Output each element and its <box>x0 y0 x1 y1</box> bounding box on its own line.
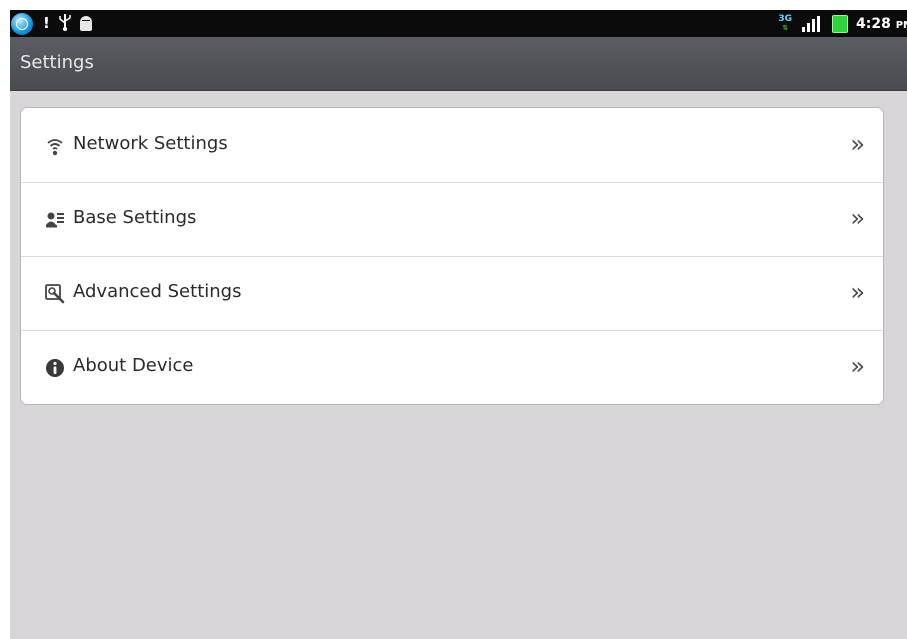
chevron-right-icon: » <box>850 204 865 232</box>
clock: 4:28 PM <box>856 15 907 32</box>
network-3g-icon: 3G ⇅ <box>778 13 793 32</box>
chevron-right-icon: » <box>850 352 865 380</box>
page-title: Settings <box>20 52 94 73</box>
settings-item-network[interactable]: Network Settings » <box>21 108 883 183</box>
advanced-settings-icon <box>45 284 65 304</box>
settings-item-about[interactable]: About Device » <box>21 330 883 404</box>
android-debug-icon[interactable] <box>79 16 92 31</box>
settings-item-advanced[interactable]: Advanced Settings » <box>21 256 883 331</box>
globe-icon[interactable] <box>11 12 33 35</box>
chevron-right-icon: » <box>850 130 865 158</box>
battery-icon <box>832 14 849 33</box>
content-area: Network Settings » Base Settings » Advan… <box>10 91 907 639</box>
settings-item-label: Base Settings <box>73 207 197 228</box>
info-icon <box>45 358 65 378</box>
settings-item-label: About Device <box>73 355 194 376</box>
screen: ! 3G ⇅ 4:28 P Settings Network Settings … <box>0 0 907 639</box>
usb-icon[interactable] <box>58 13 72 35</box>
signal-strength-icon <box>802 15 821 32</box>
title-bar: Settings <box>10 37 907 91</box>
base-settings-icon <box>45 210 65 230</box>
settings-list: Network Settings » Base Settings » Advan… <box>20 107 884 405</box>
wifi-icon <box>45 136 65 156</box>
settings-item-label: Network Settings <box>73 133 228 154</box>
status-bar: ! 3G ⇅ 4:28 P <box>10 10 907 37</box>
status-bar-left: ! <box>10 10 92 37</box>
alert-icon[interactable]: ! <box>43 10 50 37</box>
chevron-right-icon: » <box>850 278 865 306</box>
status-bar-right: 3G ⇅ 4:28 PM <box>778 10 907 37</box>
settings-item-base[interactable]: Base Settings » <box>21 182 883 257</box>
settings-item-label: Advanced Settings <box>73 281 242 302</box>
